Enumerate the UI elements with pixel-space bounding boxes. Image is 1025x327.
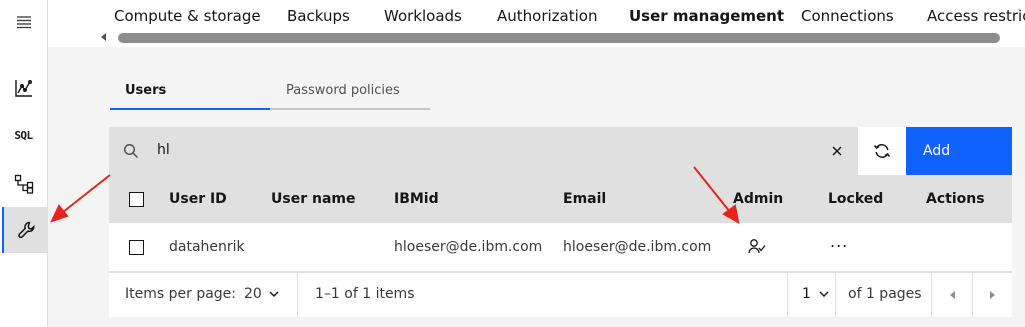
divider	[835, 273, 836, 317]
cell-email: hloeser@de.ibm.com	[563, 239, 712, 255]
subtab-users[interactable]: Users	[110, 80, 270, 110]
refresh-button[interactable]	[858, 127, 906, 175]
column-user-name[interactable]: User name	[271, 191, 355, 207]
caret-left-icon	[949, 291, 955, 299]
tab-access-restriction[interactable]: Access restriction	[927, 7, 1025, 25]
search-value: hl	[157, 142, 170, 158]
previous-page-button[interactable]	[932, 273, 972, 317]
tab-connections[interactable]: Connections	[801, 7, 894, 25]
chevron-down-icon[interactable]	[819, 291, 829, 298]
select-all-checkbox[interactable]	[129, 192, 144, 207]
search-icon	[123, 143, 139, 159]
column-admin: Admin	[733, 191, 784, 207]
hierarchy-icon[interactable]	[0, 168, 47, 200]
page-select[interactable]: 1	[802, 286, 811, 302]
pagination: Items per page: 20 1–1 of 1 items 1 of 1…	[109, 272, 1012, 317]
sql-label: SQL	[14, 128, 33, 142]
wrench-icon[interactable]	[2, 207, 49, 253]
subtab-password-policies[interactable]: Password policies	[270, 80, 430, 110]
divider	[297, 273, 298, 317]
column-ibmid[interactable]: IBMid	[394, 191, 439, 207]
row-checkbox[interactable]	[129, 240, 144, 255]
items-per-page-select[interactable]: 20	[244, 286, 262, 302]
close-icon[interactable]	[832, 146, 842, 156]
side-rail: SQL	[0, 0, 49, 327]
tab-backups[interactable]: Backups	[287, 7, 350, 25]
next-page-button[interactable]	[972, 273, 1012, 317]
top-navigation: Compute & storage Backups Workloads Auth…	[48, 0, 1025, 47]
item-range-text: 1–1 of 1 items	[315, 286, 415, 302]
overflow-menu-button[interactable]: ...	[830, 232, 848, 251]
add-user-button[interactable]: Add	[906, 127, 1012, 175]
tab-compute-storage[interactable]: Compute & storage	[114, 7, 261, 25]
column-locked: Locked	[828, 191, 884, 207]
cell-user-id: datahenrik	[169, 239, 245, 255]
search-input[interactable]: hl	[109, 127, 858, 175]
chevron-down-icon[interactable]	[269, 291, 279, 298]
table-row: datahenrik hloeser@de.ibm.com hloeser@de…	[109, 223, 1012, 272]
tab-user-management[interactable]: User management	[629, 7, 784, 25]
admin-user-check-icon	[748, 239, 766, 254]
sql-icon[interactable]: SQL	[0, 120, 47, 150]
scroll-left-icon[interactable]	[101, 33, 106, 41]
menu-icon[interactable]	[0, 8, 47, 36]
tab-authorization[interactable]: Authorization	[497, 7, 597, 25]
column-email[interactable]: Email	[563, 191, 606, 207]
chart-icon[interactable]	[0, 72, 47, 104]
tab-scrollbar[interactable]	[118, 33, 1000, 43]
items-per-page-label: Items per page:	[125, 286, 237, 302]
cell-ibmid: hloeser@de.ibm.com	[394, 239, 543, 255]
table-header: User ID User name IBMid Email Admin Lock…	[109, 175, 1012, 223]
column-actions: Actions	[926, 191, 985, 207]
total-pages-text: of 1 pages	[848, 286, 922, 302]
divider	[787, 273, 788, 317]
tab-workloads[interactable]: Workloads	[384, 7, 462, 25]
refresh-icon	[873, 144, 891, 158]
caret-right-icon	[989, 291, 995, 299]
column-user-id[interactable]: User ID	[169, 191, 227, 207]
